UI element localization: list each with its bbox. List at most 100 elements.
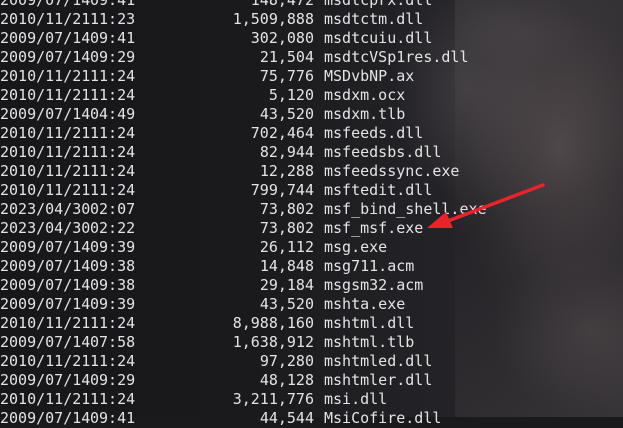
file-name: msdtcprx.dll <box>324 0 433 9</box>
file-name: msfeeds.dll <box>324 124 424 142</box>
file-size: 1,638,912 <box>232 333 314 351</box>
directory-listing: 2009/07/1409:41 148,472 msdtcprx.dll 2010/1… <box>0 0 487 428</box>
file-size: 44,544 <box>259 409 314 427</box>
file-time: 02:07 <box>90 200 136 218</box>
file-time: 09:38 <box>90 257 136 275</box>
file-date: 2010/11/21 <box>0 67 91 85</box>
file-time: 11:24 <box>90 143 136 161</box>
file-name: msf_msf.exe <box>324 219 424 237</box>
file-name: msf_bind_shell.exe <box>324 200 487 218</box>
file-time: 11:24 <box>90 314 136 332</box>
list-item: 2010/11/2111:24 8,988,160 mshtml.dll <box>0 314 487 333</box>
file-time: 09:38 <box>90 276 136 294</box>
file-date: 2010/11/21 <box>0 86 91 104</box>
file-time: 11:23 <box>90 10 136 28</box>
file-name: msgsm32.acm <box>324 276 424 294</box>
file-name: msdxm.tlb <box>324 105 406 123</box>
file-time: 09:41 <box>90 0 136 9</box>
file-time: 04:49 <box>90 105 136 123</box>
list-item: 2010/11/2111:24 5,120 msdxm.ocx <box>0 86 487 105</box>
file-size: 302,080 <box>250 29 314 47</box>
file-name: MSDvbNP.ax <box>324 67 415 85</box>
file-size: 29,184 <box>259 276 314 294</box>
list-item: 2010/11/2111:24 12,288 msfeedssync.exe <box>0 162 487 181</box>
list-item: 2009/07/1409:29 21,504 msdtcVSp1res.dll <box>0 48 487 67</box>
file-time: 09:29 <box>90 48 136 66</box>
list-item: 2010/11/2111:24 799,744 msftedit.dll <box>0 181 487 200</box>
list-item: 2009/07/1409:38 14,848 msg711.acm <box>0 257 487 276</box>
file-size: 12,288 <box>259 162 314 180</box>
file-size: 43,520 <box>259 105 314 123</box>
file-time: 11:24 <box>90 352 136 370</box>
file-size: 97,280 <box>259 352 314 370</box>
file-size: 5,120 <box>268 86 314 104</box>
list-item: 2009/07/1409:41 302,080 msdtcuiu.dll <box>0 29 487 48</box>
list-item: 2009/07/1409:39 43,520 mshta.exe <box>0 295 487 314</box>
list-item: 2010/11/2111:24 97,280 mshtmled.dll <box>0 352 487 371</box>
file-date: 2010/11/21 <box>0 124 91 142</box>
list-item: 2010/11/2111:24 82,944 msfeedsbs.dll <box>0 143 487 162</box>
file-date: 2010/11/21 <box>0 143 91 161</box>
file-date: 2009/07/14 <box>0 0 91 9</box>
file-name: msdtcuiu.dll <box>324 29 433 47</box>
list-item: 2010/11/2111:24 75,776 MSDvbNP.ax <box>0 67 487 86</box>
list-item: 2009/07/1409:41 148,472 msdtcprx.dll <box>0 0 487 10</box>
file-time: 11:24 <box>90 67 136 85</box>
file-size: 148,472 <box>250 0 314 9</box>
file-date: 2010/11/21 <box>0 314 91 332</box>
list-item: 2010/11/2111:24 3,211,776 msi.dll <box>0 390 487 409</box>
file-size: 14,848 <box>259 257 314 275</box>
file-size: 43,520 <box>259 295 314 313</box>
list-item: 2009/07/1409:38 29,184 msgsm32.acm <box>0 276 487 295</box>
file-size: 75,776 <box>259 67 314 85</box>
list-item: 2010/11/2111:23 1,509,888 msdtctm.dll <box>0 10 487 29</box>
file-time: 11:24 <box>90 181 136 199</box>
list-item: 2009/07/1409:29 48,128 mshtmler.dll <box>0 371 487 390</box>
file-name: msfeedssync.exe <box>324 162 460 180</box>
file-name: msdtctm.dll <box>324 10 424 28</box>
file-size: 3,211,776 <box>232 390 314 408</box>
file-time: 11:24 <box>90 390 136 408</box>
file-size: 26,112 <box>259 238 314 256</box>
list-item: 2010/11/2111:24 702,464 msfeeds.dll <box>0 124 487 143</box>
list-item: 2009/07/1404:49 43,520 msdxm.tlb <box>0 105 487 124</box>
file-time: 09:41 <box>90 29 136 47</box>
file-date: 2009/07/14 <box>0 333 91 351</box>
file-date: 2010/11/21 <box>0 10 91 28</box>
list-item: 2009/07/1409:41 44,544 MsiCofire.dll <box>0 409 487 428</box>
file-date: 2009/07/14 <box>0 371 91 389</box>
file-size: 799,744 <box>250 181 314 199</box>
list-item: 2023/04/3002:07 73,802 msf_bind_shell.exe <box>0 200 487 219</box>
file-time: 11:24 <box>90 162 136 180</box>
file-name: mshtmler.dll <box>324 371 433 389</box>
file-time: 09:41 <box>90 409 136 427</box>
file-size: 48,128 <box>259 371 314 389</box>
file-date: 2009/07/14 <box>0 29 91 47</box>
file-date: 2023/04/30 <box>0 200 91 218</box>
file-date: 2009/07/14 <box>0 276 91 294</box>
file-date: 2009/07/14 <box>0 238 91 256</box>
file-name: mshtmled.dll <box>324 352 433 370</box>
file-time: 02:22 <box>90 219 136 237</box>
file-date: 2009/07/14 <box>0 409 91 427</box>
file-name: mshtml.dll <box>324 314 415 332</box>
file-date: 2009/07/14 <box>0 257 91 275</box>
file-size: 21,504 <box>259 48 314 66</box>
file-size: 82,944 <box>259 143 314 161</box>
file-date: 2010/11/21 <box>0 390 91 408</box>
file-time: 09:39 <box>90 295 136 313</box>
file-date: 2009/07/14 <box>0 48 91 66</box>
file-size: 73,802 <box>259 219 314 237</box>
file-time: 11:24 <box>90 124 136 142</box>
file-name: msi.dll <box>324 390 388 408</box>
file-name: mshtml.tlb <box>324 333 415 351</box>
file-date: 2009/07/14 <box>0 105 91 123</box>
file-name: msfeedsbs.dll <box>324 143 442 161</box>
file-date: 2009/07/14 <box>0 295 91 313</box>
file-name: msg.exe <box>324 238 388 256</box>
file-name: MsiCofire.dll <box>324 409 442 427</box>
list-item: 2009/07/1407:58 1,638,912 mshtml.tlb <box>0 333 487 352</box>
list-item: 2009/07/1409:39 26,112 msg.exe <box>0 238 487 257</box>
file-time: 09:39 <box>90 238 136 256</box>
file-name: msg711.acm <box>324 257 415 275</box>
